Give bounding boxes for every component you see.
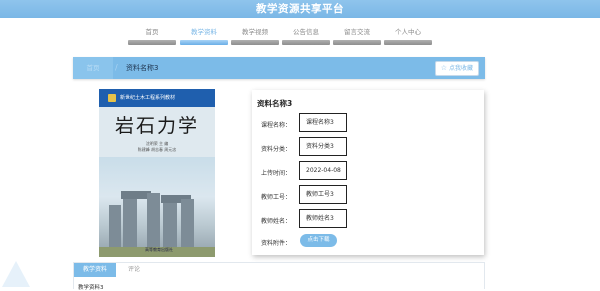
nav-item-home[interactable]: 首页 [128, 25, 176, 45]
teacher-name-value: 教师姓名3 [299, 209, 347, 228]
cover-series-text: 新世纪土木工程系列教材 [120, 95, 176, 101]
breadcrumb-home[interactable]: 首页 [73, 57, 113, 79]
app-header: 教学资源共享平台 [0, 0, 600, 18]
course-name-label: 课程名称： [260, 122, 291, 129]
category-value: 资料分类3 [299, 137, 347, 156]
main-nav: 首页 教学资料 教学视频 公告信息 留言交流 个人中心 [0, 25, 600, 47]
star-icon: ☆ [440, 64, 447, 72]
nav-item-videos[interactable]: 教学视频 [231, 25, 279, 45]
cover-series-band: 新世纪土木工程系列教材 [99, 89, 215, 107]
category-label: 资料分类： [260, 146, 291, 153]
upload-time-value: 2022-04-08 [299, 161, 347, 180]
content-tabs: 教学资料 评论 教学资料3 [73, 262, 485, 291]
cover-title: 岩石力学 [114, 115, 199, 137]
tab-body-text: 教学资料3 [78, 285, 104, 291]
book-cover-image: 新世纪土木工程系列教材 岩石力学 沈明荣 主 编 陈建峰 胡志春 周元忠 高等教… [99, 89, 215, 257]
tab-materials[interactable]: 教学资料 [74, 263, 116, 277]
publisher-logo-icon [108, 94, 116, 102]
nav-item-materials[interactable]: 教学资料 [180, 25, 228, 45]
nav-item-profile[interactable]: 个人中心 [384, 25, 432, 45]
favorite-button[interactable]: ☆ 点我收藏 [434, 61, 479, 76]
nav-item-messages[interactable]: 留言交流 [333, 25, 381, 45]
download-button[interactable]: 点击下载 [300, 234, 337, 247]
teacher-name-label: 教师姓名： [260, 218, 291, 225]
cover-authors: 沈明荣 主 编 陈建峰 胡志春 周元忠 [99, 141, 215, 153]
resource-title: 资料名称3 [257, 99, 293, 108]
teacher-id-value: 教师工号3 [299, 185, 347, 204]
app-title: 教学资源共享平台 [256, 3, 344, 15]
attachment-label: 资料附件： [260, 240, 291, 247]
decorative-triangle [2, 261, 30, 287]
tab-comments[interactable]: 评论 [120, 263, 148, 277]
favorite-label: 点我收藏 [448, 65, 473, 72]
upload-time-label: 上传时间： [260, 170, 291, 177]
breadcrumb: 首页 / 资料名称3 ☆ 点我收藏 [73, 57, 485, 79]
cover-publisher: 高等教育出版社 [145, 247, 173, 252]
breadcrumb-current: 资料名称3 [126, 64, 159, 72]
breadcrumb-separator: / [115, 63, 118, 72]
course-name-value: 课程名称3 [299, 113, 347, 132]
nav-item-announcements[interactable]: 公告信息 [282, 25, 330, 45]
teacher-id-label: 教师工号： [260, 194, 291, 201]
cover-author-line-2: 陈建峰 胡志春 周元忠 [137, 147, 177, 152]
cover-stonehenge-photo [99, 157, 215, 257]
